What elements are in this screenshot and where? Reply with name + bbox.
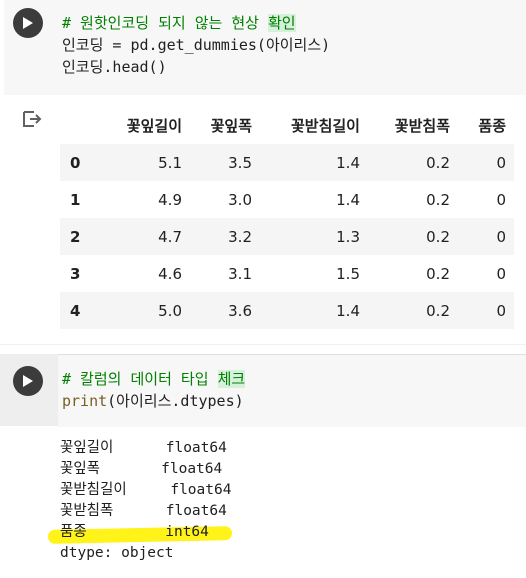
table-cell: 4.7 xyxy=(158,227,182,246)
play-icon xyxy=(23,17,33,29)
table-cell: 3.5 xyxy=(228,153,252,172)
index-header xyxy=(60,106,106,144)
code-line-print: print(아이리스.dtypes) xyxy=(62,392,244,410)
column-header: 품종 xyxy=(478,116,506,135)
table-cell: 1.5 xyxy=(336,264,360,283)
table-row: 2 4.7 3.2 1.3 0.2 0 xyxy=(60,218,514,255)
play-icon xyxy=(23,375,33,387)
dtypes-output: 꽃잎길이 float64 꽃잎폭 float64 꽃받침길이 float64 꽃… xyxy=(60,438,231,564)
output-line: dtype: object xyxy=(60,545,174,561)
table-cell: 3.1 xyxy=(228,264,252,283)
row-index: 3 xyxy=(70,264,81,283)
row-index: 1 xyxy=(70,190,81,209)
column-header: 꽃잎폭 xyxy=(210,116,252,135)
table-cell: 4.9 xyxy=(158,190,182,209)
output-line: 꽃받침폭 float64 xyxy=(60,503,227,519)
output-line: 꽃잎길이 float64 xyxy=(60,440,227,456)
column-header: 꽃잎길이 xyxy=(126,116,182,135)
table-cell: 4.6 xyxy=(158,264,182,283)
table-row: 0 5.1 3.5 1.4 0.2 0 xyxy=(60,144,514,181)
table-cell: 3.2 xyxy=(228,227,252,246)
table-row: 4 5.0 3.6 1.4 0.2 0 xyxy=(60,292,514,329)
table-cell: 0.2 xyxy=(426,301,450,320)
code-line-2: 인코딩 = pd.get_dummies(아이리스) xyxy=(62,36,331,54)
output-line: 꽃받침길이 float64 xyxy=(60,482,232,498)
table-cell: 1.4 xyxy=(336,153,360,172)
table-cell: 0 xyxy=(496,301,506,320)
run-cell-button-2[interactable] xyxy=(13,366,43,396)
code-line-3: 인코딩.head() xyxy=(62,58,167,76)
column-header: 꽃받침길이 xyxy=(290,116,360,135)
table-cell: 0.2 xyxy=(426,153,450,172)
row-index: 4 xyxy=(70,301,81,320)
table-cell: 1.3 xyxy=(336,227,360,246)
output-arrow-icon[interactable] xyxy=(22,110,42,132)
column-header: 꽃받침폭 xyxy=(394,116,450,135)
table-cell: 0 xyxy=(496,190,506,209)
table-header-row: 꽃잎길이 꽃잎폭 꽃받침길이 꽃받침폭 품종 xyxy=(60,106,514,144)
table-cell: 0.2 xyxy=(426,264,450,283)
table-cell: 1.4 xyxy=(336,190,360,209)
row-index: 0 xyxy=(70,153,81,172)
table-cell: 3.6 xyxy=(228,301,252,320)
code-cell-1[interactable]: # 원핫인코딩 되지 않는 현상 확인 인코딩 = pd.get_dummies… xyxy=(0,0,526,96)
row-index: 2 xyxy=(70,227,81,246)
table-cell: 0.2 xyxy=(426,227,450,246)
table-row: 3 4.6 3.1 1.5 0.2 0 xyxy=(60,255,514,292)
table-cell: 5.0 xyxy=(158,301,182,320)
code-comment-2: # 칼럼의 데이터 타입 체크 xyxy=(62,370,246,388)
cell-divider xyxy=(0,344,526,345)
output-line: 꽃잎폭 float64 xyxy=(60,461,223,477)
run-cell-button-1[interactable] xyxy=(13,8,43,38)
output-line: 품종 int64 xyxy=(60,524,209,540)
table-cell: 0 xyxy=(496,264,506,283)
table-cell: 3.0 xyxy=(228,190,252,209)
table-cell: 1.4 xyxy=(336,301,360,320)
table-cell: 0 xyxy=(496,227,506,246)
code-comment-1: # 원핫인코딩 되지 않는 현상 확인 xyxy=(62,14,296,32)
table-cell: 0.2 xyxy=(426,190,450,209)
code-text-1[interactable]: # 원핫인코딩 되지 않는 현상 확인 인코딩 = pd.get_dummies… xyxy=(62,12,330,78)
code-text-2[interactable]: # 칼럼의 데이터 타입 체크 print(아이리스.dtypes) xyxy=(62,368,246,412)
dataframe-table: 꽃잎길이 꽃잎폭 꽃받침길이 꽃받침폭 품종 0 5.1 3.5 1.4 0.2… xyxy=(60,106,514,329)
table-cell: 5.1 xyxy=(158,153,182,172)
table-row: 1 4.9 3.0 1.4 0.2 0 xyxy=(60,181,514,218)
table-cell: 0 xyxy=(496,153,506,172)
